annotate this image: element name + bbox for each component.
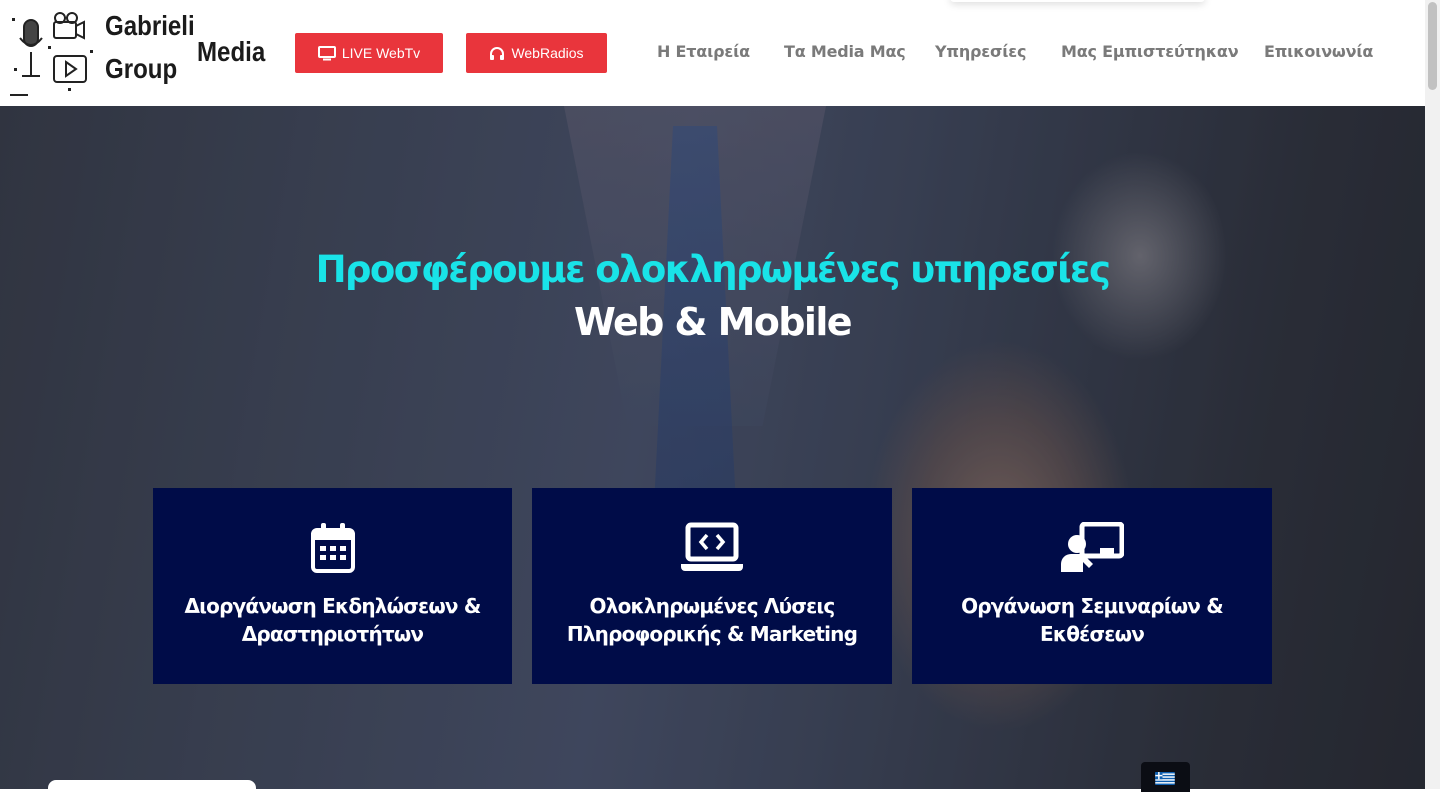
live-webtv-button[interactable]: LIVE WebTv <box>295 33 443 73</box>
tv-icon <box>317 45 336 61</box>
header-decoration <box>950 0 1205 2</box>
service-card-it-marketing[interactable]: Ολοκληρωμένες Λύσεις Πληροφορικής & Mark… <box>532 488 892 684</box>
hero-section: Προσφέρουμε ολοκληρωμένες υπηρεσίες Web … <box>0 106 1425 789</box>
card-line: Δραστηριοτήτων <box>241 622 424 646</box>
scrollbar-thumb[interactable] <box>1428 2 1437 90</box>
card-line: Οργάνωση Σεμιναρίων & <box>961 594 1224 618</box>
chalkboard-teacher-icon <box>1061 522 1124 572</box>
nav-item-contact[interactable]: Επικοινωνία <box>1264 42 1373 61</box>
language-switcher[interactable] <box>1141 762 1190 792</box>
logo-word-gabrieli: Gabrieli <box>105 10 195 41</box>
card-line: Ολοκληρωμένες Λύσεις <box>589 594 836 618</box>
nav-item-services[interactable]: Υπηρεσίες <box>935 42 1026 61</box>
nav-item-clients[interactable]: Μας Εμπιστεύτηκαν <box>1061 42 1239 61</box>
logo-word-group: Group <box>105 53 178 84</box>
service-card-seminars-text: Οργάνωση Σεμιναρίων & Εκθέσεων <box>922 592 1262 648</box>
service-card-seminars[interactable]: Οργάνωση Σεμιναρίων & Εκθέσεων <box>912 488 1272 684</box>
hero-subtitle: Web & Mobile <box>574 300 852 344</box>
card-line: Εκθέσεων <box>1039 622 1145 646</box>
site-header: Gabrieli Media Group LIVE WebTv WebRadio… <box>0 0 1425 106</box>
logo-mark-icon <box>10 12 93 96</box>
service-card-events-text: Διοργάνωση Εκδηλώσεων & Δραστηριοτήτων <box>163 592 502 648</box>
nav-item-company[interactable]: Η Εταιρεία <box>657 42 750 61</box>
hero-overlay <box>0 106 1425 789</box>
webradios-button[interactable]: WebRadios <box>466 33 607 73</box>
nav-item-our-media[interactable]: Τα Media Μας <box>784 42 906 61</box>
card-line: Διοργάνωση Εκδηλώσεων & <box>184 594 481 618</box>
calendar-icon <box>310 523 355 573</box>
webradios-label: WebRadios <box>511 45 584 61</box>
laptop-code-icon <box>681 522 743 571</box>
hero-title: Προσφέρουμε ολοκληρωμένες υπηρεσίες <box>315 248 1111 291</box>
bottom-left-widget-tab[interactable] <box>48 780 256 800</box>
service-card-events[interactable]: Διοργάνωση Εκδηλώσεων & Δραστηριοτήτων <box>153 488 512 684</box>
site-logo[interactable]: Gabrieli Media Group <box>10 10 280 98</box>
live-webtv-label: LIVE WebTv <box>341 45 421 61</box>
page-scrollbar[interactable] <box>1425 0 1440 789</box>
logo-word-media: Media <box>197 36 266 67</box>
greek-flag-icon <box>1155 772 1175 785</box>
service-card-it-marketing-text: Ολοκληρωμένες Λύσεις Πληροφορικής & Mark… <box>542 592 882 648</box>
card-line: Πληροφορικής & Marketing <box>566 622 858 646</box>
headphones-icon <box>489 46 505 61</box>
